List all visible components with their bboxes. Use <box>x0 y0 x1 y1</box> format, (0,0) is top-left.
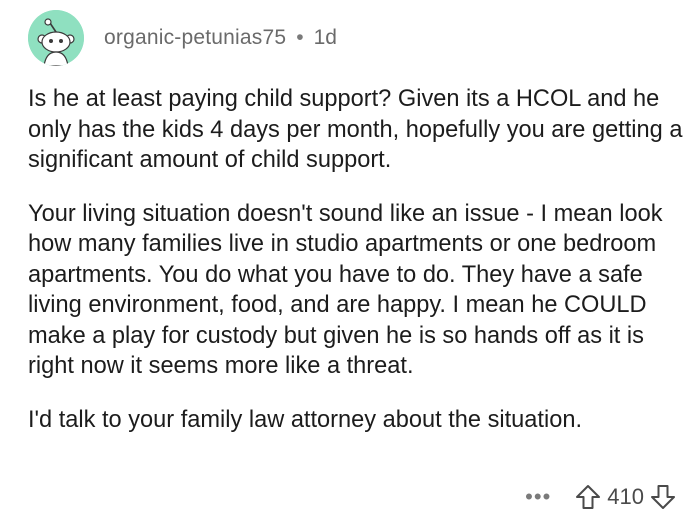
comment-paragraph: I'd talk to your family law attorney abo… <box>28 406 583 433</box>
comment-actions: ••• 410 <box>525 480 676 514</box>
vote-score: 410 <box>607 484 644 509</box>
comment: organic-petunias75 • 1d Is he at least p… <box>0 0 700 519</box>
comment-body: Is he at least paying child support? Giv… <box>28 84 688 435</box>
comment-age: 1d <box>313 26 337 49</box>
meta-separator: • <box>296 26 304 49</box>
comment-header: organic-petunias75 • 1d <box>28 10 337 66</box>
downvote-arrow-icon[interactable] <box>650 484 676 510</box>
author-username[interactable]: organic-petunias75 <box>104 26 286 50</box>
comment-paragraph: Is he at least paying child support? Giv… <box>28 86 683 173</box>
reddit-snoo-avatar-icon <box>28 10 84 66</box>
more-options-icon[interactable]: ••• <box>525 486 551 508</box>
comment-paragraph: Your living situation doesn't sound like… <box>28 200 663 380</box>
avatar[interactable] <box>28 10 84 66</box>
upvote-arrow-icon[interactable] <box>575 484 601 510</box>
